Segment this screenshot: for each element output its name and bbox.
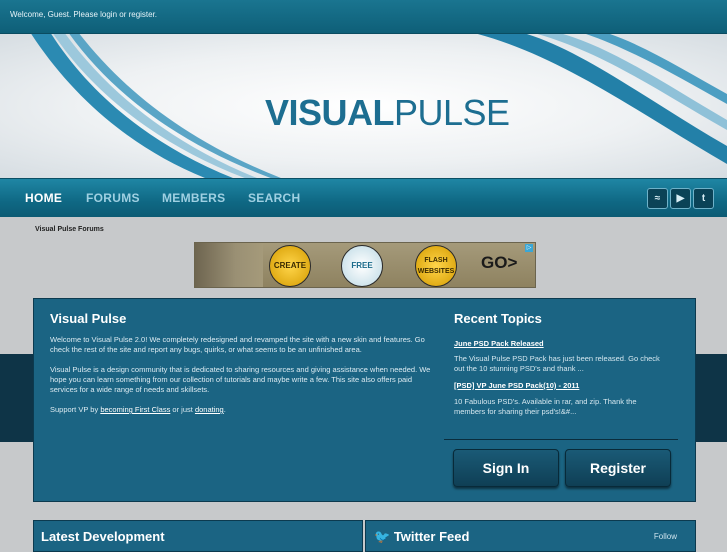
welcome-paragraph-2: Visual Pulse is a design community that … bbox=[50, 365, 431, 394]
top-bar: Welcome, Guest. Please login or register… bbox=[0, 0, 727, 34]
divider bbox=[444, 439, 678, 440]
ad-banner[interactable]: CREATE FREE FLASH WEBSITES GO> ▷ bbox=[194, 242, 536, 288]
twitter-bird-icon: 🐦 bbox=[374, 529, 391, 544]
welcome-title: Visual Pulse bbox=[50, 311, 127, 326]
welcome-paragraph-1: Welcome to Visual Pulse 2.0! We complete… bbox=[50, 335, 425, 354]
nav-item-search[interactable]: SEARCH bbox=[248, 191, 300, 205]
ad-create-badge: CREATE bbox=[269, 245, 311, 287]
welcome-message: Welcome, Guest. Please login or register… bbox=[10, 10, 158, 19]
ad-free-badge: FREE bbox=[341, 245, 383, 287]
donating-link[interactable]: donating bbox=[195, 405, 224, 414]
topic-excerpt: 10 Fabulous PSD's. Available in rar, and… bbox=[454, 397, 637, 416]
recent-topics-title: Recent Topics bbox=[454, 311, 542, 326]
latest-development-panel: Latest Development bbox=[33, 520, 363, 552]
header-banner: VISUALPULSE bbox=[0, 34, 727, 178]
ad-choices-icon[interactable]: ▷ bbox=[525, 244, 533, 252]
follow-button[interactable]: Follow bbox=[654, 532, 677, 541]
site-logo[interactable]: VISUALPULSE bbox=[265, 92, 510, 134]
ad-flash-badge: FLASH WEBSITES bbox=[415, 245, 457, 287]
topic-link[interactable]: June PSD Pack Released bbox=[454, 339, 544, 348]
main-nav: HOME FORUMS MEMBERS SEARCH ≈ ▶ t bbox=[0, 178, 727, 217]
nav-item-home[interactable]: HOME bbox=[25, 191, 62, 205]
twitter-feed-label: Twitter Feed bbox=[393, 529, 470, 544]
twitter-feed-panel: 🐦 Twitter Feed Follow bbox=[365, 520, 696, 552]
rss-icon[interactable]: ≈ bbox=[647, 188, 668, 209]
support-mid: or just bbox=[170, 405, 195, 414]
support-line: Support VP by becoming First Class or ju… bbox=[50, 405, 440, 415]
nav-item-forums[interactable]: FORUMS bbox=[86, 191, 140, 205]
nav-item-members[interactable]: MEMBERS bbox=[162, 191, 225, 205]
twitter-feed-title: 🐦 Twitter Feed bbox=[374, 529, 469, 545]
ad-portrait-image bbox=[195, 243, 263, 287]
support-suffix: . bbox=[223, 405, 226, 414]
topic-link[interactable]: [PSD] VP June PSD Pack(10) - 2011 bbox=[454, 381, 579, 390]
sign-in-button[interactable]: Sign In bbox=[453, 449, 559, 487]
support-prefix: Support VP by bbox=[50, 405, 101, 414]
logo-bold-text: VISUAL bbox=[265, 92, 395, 133]
welcome-panel: Visual Pulse Welcome to Visual Pulse 2.0… bbox=[33, 298, 696, 502]
youtube-icon[interactable]: ▶ bbox=[670, 188, 691, 209]
logo-regular-text: PULSE bbox=[394, 92, 510, 133]
first-class-link[interactable]: becoming First Class bbox=[100, 405, 170, 414]
ad-go-label: GO> bbox=[481, 253, 518, 272]
latest-development-title: Latest Development bbox=[41, 529, 165, 544]
recent-topics: Recent Topics June PSD Pack Released The… bbox=[444, 311, 684, 440]
twitter-icon[interactable]: t bbox=[693, 188, 714, 209]
breadcrumb[interactable]: Visual Pulse Forums bbox=[35, 226, 104, 233]
register-button[interactable]: Register bbox=[565, 449, 671, 487]
topic-excerpt: The Visual Pulse PSD Pack has just been … bbox=[454, 354, 660, 373]
